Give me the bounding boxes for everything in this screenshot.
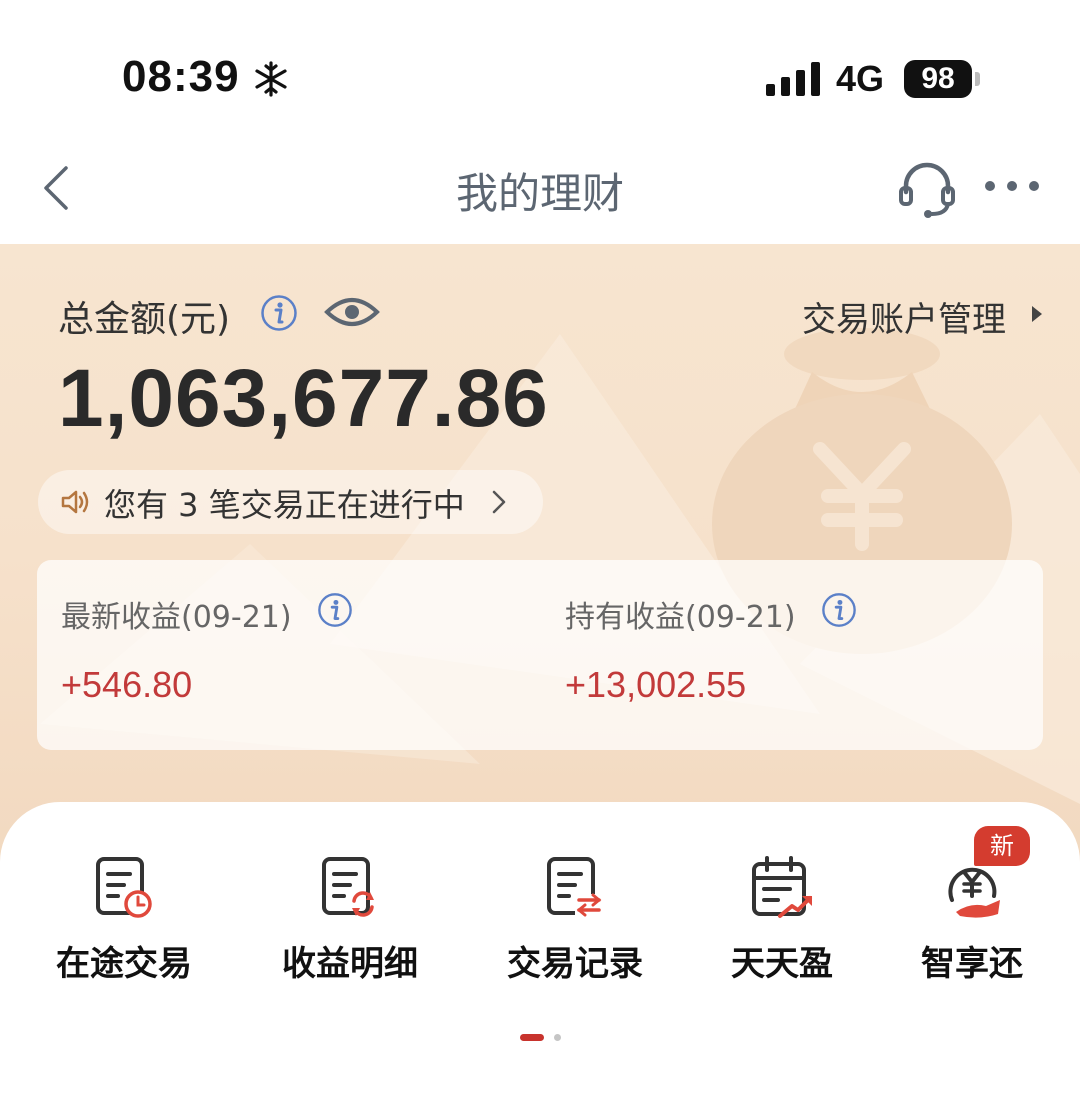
more-icon[interactable]: [984, 178, 1040, 194]
shortcut-pending-trades[interactable]: 在途交易: [52, 856, 196, 985]
calendar-growth-icon: [752, 856, 812, 918]
status-bar: 08:39 4G 98: [0, 0, 1080, 130]
pending-trade-icon: [96, 857, 152, 918]
signal-bars-icon: [766, 62, 820, 96]
chevron-right-icon: [492, 490, 506, 514]
latest-earnings-value: +546.80: [61, 664, 193, 705]
network-type: 4G: [836, 58, 885, 99]
speaker-icon: [61, 490, 89, 514]
shortcut-earnings-detail[interactable]: 收益明细: [278, 856, 422, 985]
battery-nub: [975, 72, 980, 86]
info-icon[interactable]: [821, 592, 857, 628]
shortcut-tiantianying[interactable]: 天天盈: [720, 856, 844, 985]
shortcut-label: 收益明细: [282, 944, 418, 984]
page-dot[interactable]: [554, 1034, 561, 1041]
page-dot-active: [520, 1034, 544, 1041]
headset-icon[interactable]: [896, 158, 958, 220]
snowflake-icon: [255, 61, 287, 97]
shortcut-label: 在途交易: [56, 944, 192, 984]
notice-text: 您有 3 笔交易正在进行中: [104, 486, 465, 524]
shortcut-label: 智享还: [921, 944, 1023, 984]
shortcut-label: 交易记录: [507, 944, 643, 984]
caret-right-icon[interactable]: [1030, 304, 1044, 324]
info-icon[interactable]: [317, 592, 353, 628]
shortcut-trade-records[interactable]: 交易记录: [503, 856, 647, 985]
status-time: 08:39: [122, 52, 240, 101]
battery-icon: 98: [904, 60, 972, 98]
shortcut-panel: 在途交易 收益明细 交易记录 天天盈 智享还 新: [0, 802, 1080, 1094]
holding-earnings-value: +13,002.55: [565, 664, 747, 705]
total-amount-label: 总金额(元): [58, 299, 231, 340]
new-badge: 新: [974, 826, 1030, 866]
shortcut-label: 天天盈: [731, 944, 833, 984]
asset-summary: 总金额(元) 交易账户管理 1,063,677.86 您有 3 笔交易正在进行中: [0, 244, 1080, 864]
eye-icon[interactable]: [324, 294, 380, 330]
total-amount-value: 1,063,677.86: [58, 353, 549, 444]
holding-earnings-label: 持有收益(09-21): [565, 600, 796, 635]
info-icon[interactable]: [260, 294, 298, 332]
earnings-card: 最新收益(09-21) +546.80 持有收益(09-21) +13,002.…: [37, 560, 1043, 750]
nav-bar: 我的理财: [0, 130, 1080, 244]
latest-earnings-label: 最新收益(09-21): [61, 600, 292, 635]
pending-trades-notice[interactable]: 您有 3 笔交易正在进行中: [38, 470, 543, 534]
account-management-link[interactable]: 交易账户管理: [802, 292, 1006, 341]
trade-record-icon: [547, 857, 602, 917]
app-screen: 08:39 4G 98 我的理财 总金额(元) 交易账户管理 1,063,677…: [0, 0, 1080, 1094]
page-indicator: [520, 1034, 580, 1044]
shortcut-zhixianghuan[interactable]: 智享还: [910, 856, 1034, 985]
earnings-detail-icon: [322, 857, 374, 917]
